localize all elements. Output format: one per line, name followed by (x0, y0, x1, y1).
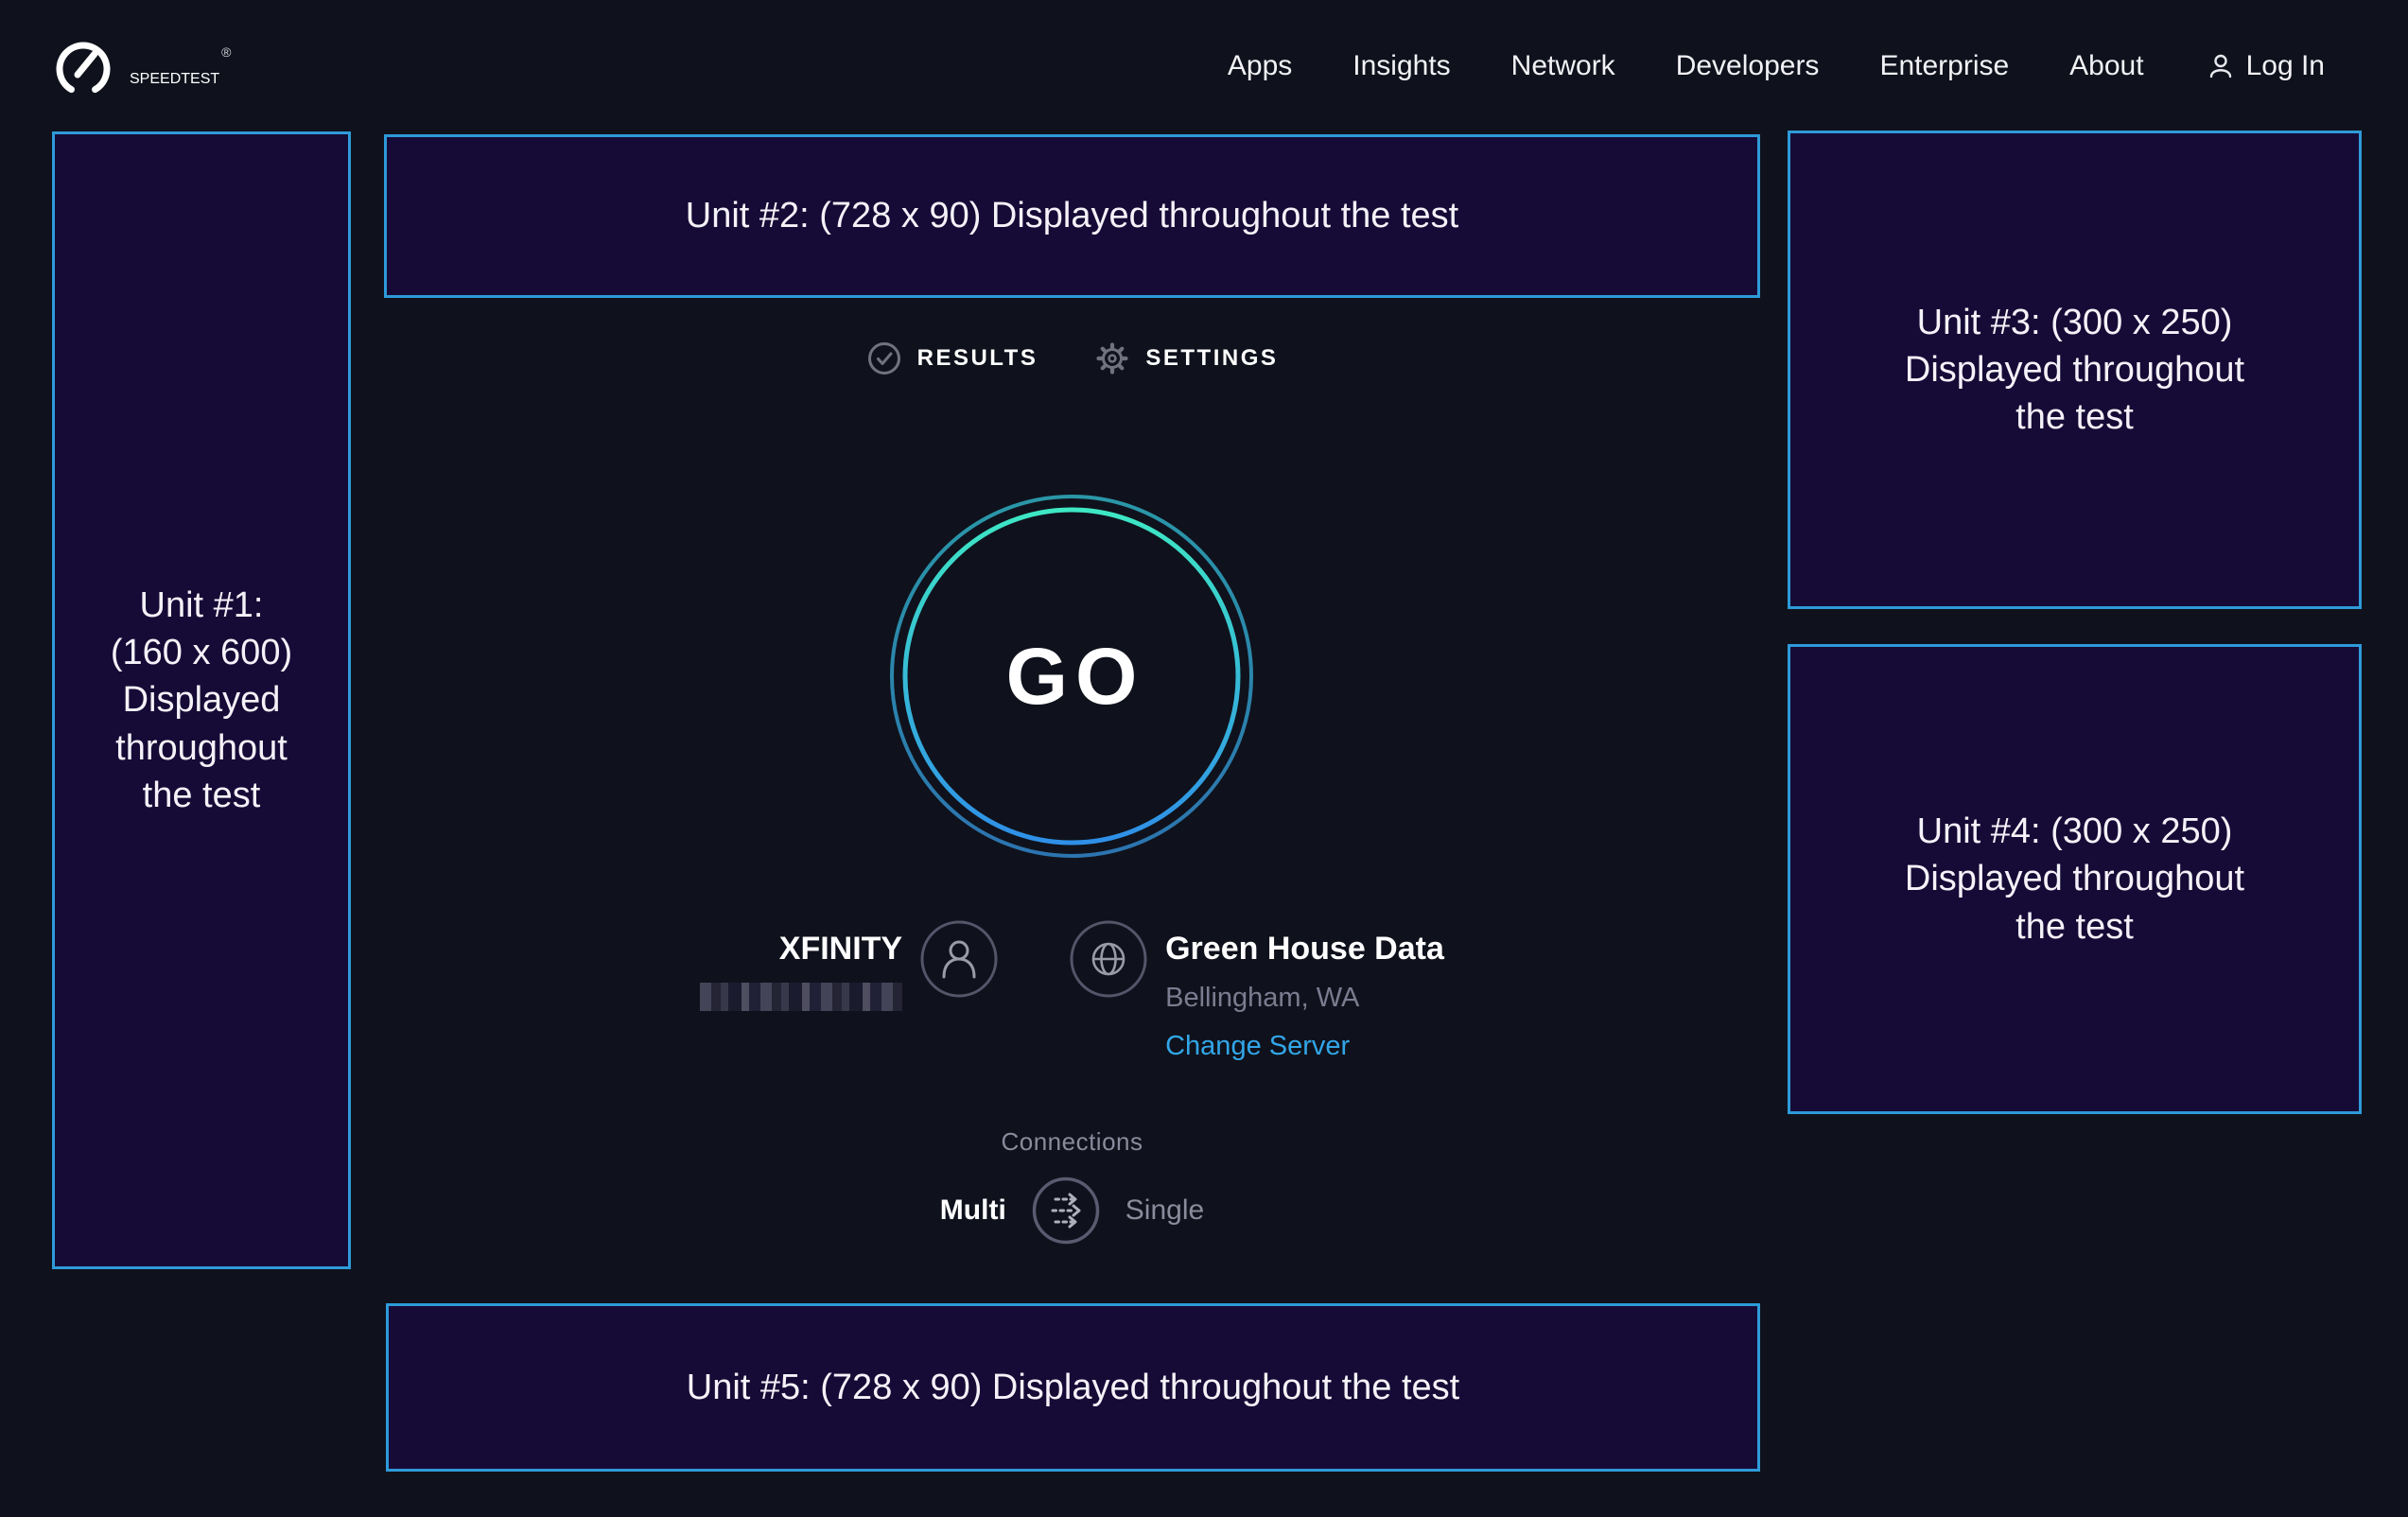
top-nav: SPEEDTEST® Apps Insights Network Develop… (0, 0, 2408, 132)
tab-results-label: RESULTS (917, 345, 1038, 372)
logo-trademark: ® (221, 44, 231, 60)
tab-bar: RESULTS SETTINGS (384, 340, 1760, 376)
ad-unit-3[interactable]: Unit #3: (300 x 250) Displayed throughou… (1788, 131, 2362, 609)
tab-results[interactable]: RESULTS (866, 340, 1038, 376)
nav-item-network[interactable]: Network (1511, 50, 1615, 82)
host-info-row: XFINITY Green House Data Bellingham, WA … (384, 919, 1760, 1062)
tab-settings-label: SETTINGS (1145, 345, 1278, 372)
connections-label: Connections (384, 1127, 1760, 1157)
check-circle-icon (866, 340, 902, 376)
go-label: GO (882, 487, 1261, 865)
nav-items: Apps Insights Network Developers Enterpr… (1228, 50, 2325, 82)
ad-unit-4-line: Unit #4: (300 x 250) (1917, 808, 2233, 855)
person-icon (919, 919, 999, 999)
logo-text: SPEEDTEST® (130, 44, 231, 88)
login-button[interactable]: Log In (2205, 50, 2325, 82)
ad-unit-1-line: throughout (115, 724, 288, 772)
ad-unit-2[interactable]: Unit #2: (728 x 90) Displayed throughout… (384, 134, 1760, 298)
ad-unit-1-line: Displayed (123, 676, 281, 724)
ad-unit-1-line: the test (143, 772, 261, 819)
ad-unit-1-line: (160 x 600) (111, 629, 292, 676)
change-server-link[interactable]: Change Server (1165, 1031, 1444, 1062)
server-location: Bellingham, WA (1165, 983, 1444, 1014)
go-button[interactable]: GO (882, 487, 1261, 865)
login-label: Log In (2246, 50, 2325, 82)
ad-unit-4-line: Displayed throughout (1905, 855, 2244, 902)
connections-multi-option[interactable]: Multi (940, 1194, 1006, 1227)
ad-unit-4[interactable]: Unit #4: (300 x 250) Displayed throughou… (1788, 644, 2362, 1114)
nav-item-about[interactable]: About (2069, 50, 2143, 82)
nav-item-insights[interactable]: Insights (1352, 50, 1450, 82)
ad-unit-2-text: Unit #2: (728 x 90) Displayed throughout… (686, 192, 1458, 239)
connections-toggle-row: Multi Single (940, 1176, 1204, 1246)
ad-unit-1[interactable]: Unit #1: (160 x 600) Displayed throughou… (52, 131, 351, 1269)
ad-unit-1-line: Unit #1: (140, 582, 264, 629)
ad-unit-3-line: Displayed throughout (1905, 346, 2244, 393)
gear-icon (1094, 340, 1130, 376)
tab-settings[interactable]: SETTINGS (1094, 340, 1278, 376)
ad-unit-3-line: Unit #3: (300 x 250) (1917, 299, 2233, 346)
globe-icon (1069, 919, 1148, 999)
isp-name: XFINITY (700, 931, 902, 968)
isp-block: XFINITY (700, 919, 999, 1011)
speedtest-logo[interactable]: SPEEDTEST® (52, 35, 231, 97)
multi-connection-toggle-icon[interactable] (1031, 1176, 1101, 1246)
isp-details-redacted (700, 983, 902, 1011)
server-name: Green House Data (1165, 931, 1444, 968)
nav-item-apps[interactable]: Apps (1228, 50, 1292, 82)
person-login-icon (2205, 50, 2237, 82)
nav-item-developers[interactable]: Developers (1676, 50, 1820, 82)
ad-unit-3-line: the test (2015, 393, 2134, 441)
ad-unit-5-text: Unit #5: (728 x 90) Displayed throughout… (687, 1364, 1459, 1411)
connections-section: Connections Multi Single (384, 1127, 1760, 1246)
server-block: Green House Data Bellingham, WA Change S… (1069, 919, 1444, 1062)
nav-item-enterprise[interactable]: Enterprise (1879, 50, 2009, 82)
connections-single-option[interactable]: Single (1125, 1194, 1204, 1227)
gauge-icon (52, 35, 114, 97)
ad-unit-4-line: the test (2015, 903, 2134, 950)
ad-unit-5[interactable]: Unit #5: (728 x 90) Displayed throughout… (386, 1303, 1760, 1472)
